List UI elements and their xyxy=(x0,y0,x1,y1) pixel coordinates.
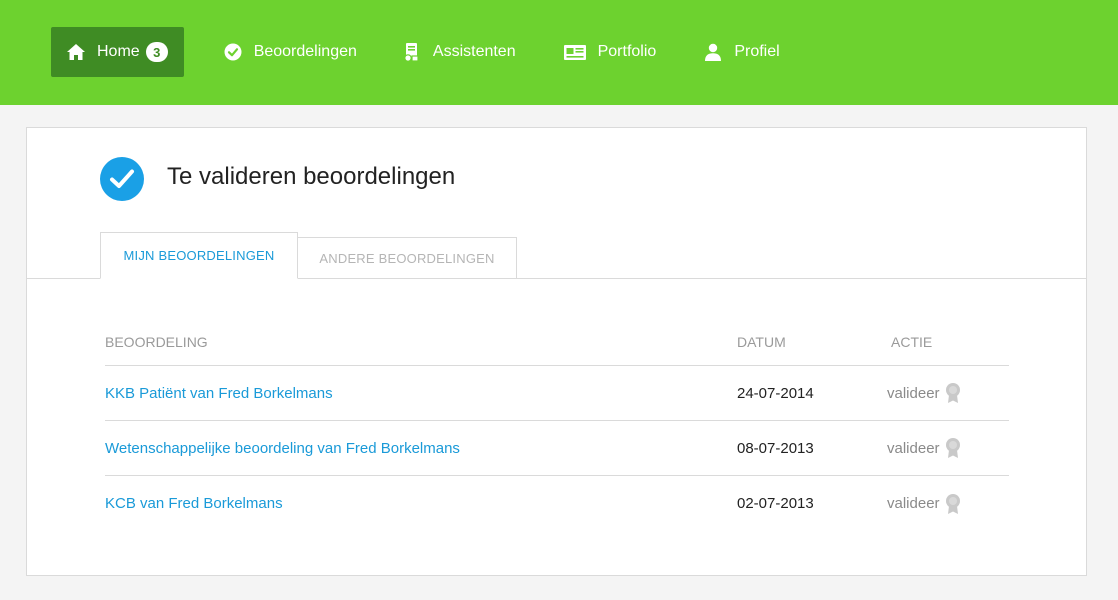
valideer-label: valideer xyxy=(887,495,940,512)
valideer-label: valideer xyxy=(887,439,940,457)
nav-item-label: Profiel xyxy=(734,43,780,60)
valideer-action[interactable]: valideer xyxy=(887,437,1009,459)
table-header: BEOORDELING DATUM ACTIE xyxy=(105,318,1009,366)
notification-badge: 3 xyxy=(145,42,168,62)
tab-mijn-beoordelingen[interactable]: MIJN BEOORDELINGEN xyxy=(100,232,298,279)
nav-item-assistenten[interactable]: Assistenten xyxy=(401,27,516,77)
beoordeling-link[interactable]: KKB Patiënt van Fred Borkelmans xyxy=(105,385,333,402)
top-navigation-bar: Home 3 Beoordelingen Assistenten Portfol… xyxy=(0,0,1118,105)
valideer-action[interactable]: valideer xyxy=(887,493,1009,515)
award-icon xyxy=(944,437,962,459)
beoordelingen-table: BEOORDELING DATUM ACTIE KKB Patiënt van … xyxy=(105,318,1009,531)
nav-item-home[interactable]: Home 3 xyxy=(51,27,184,77)
main-nav: Home 3 Beoordelingen Assistenten Portfol… xyxy=(51,27,780,77)
datum-cell: 08-07-2013 xyxy=(737,439,814,457)
nav-item-profiel[interactable]: Profiel xyxy=(702,27,780,77)
nav-item-label: Assistenten xyxy=(432,43,516,60)
content-card: Te valideren beoordelingen MIJN BEOORDEL… xyxy=(26,127,1087,576)
nav-item-label: Portfolio xyxy=(597,43,657,60)
datum-cell: 24-07-2014 xyxy=(737,384,814,402)
column-header-actie: ACTIE xyxy=(891,333,933,350)
column-header-beoordeling: BEOORDELING xyxy=(105,333,208,350)
check-circle-icon xyxy=(100,157,144,201)
award-icon xyxy=(944,382,962,404)
award-icon xyxy=(944,493,962,515)
nav-item-label: Home xyxy=(97,43,140,60)
tab-andere-beoordelingen[interactable]: ANDERE BEOORDELINGEN xyxy=(298,237,517,279)
nav-item-portfolio[interactable]: Portfolio xyxy=(562,27,657,77)
beoordeling-link[interactable]: Wetenschappelijke beoordeling van Fred B… xyxy=(105,440,460,457)
valideer-label: valideer xyxy=(887,384,940,402)
datum-cell: 02-07-2013 xyxy=(737,495,814,512)
table-row: KKB Patiënt van Fred Borkelmans 24-07-20… xyxy=(105,366,1009,421)
nav-item-label: Beoordelingen xyxy=(253,43,357,60)
column-header-datum: DATUM xyxy=(737,333,786,350)
table-row: KCB van Fred Borkelmans 02-07-2013 valid… xyxy=(105,476,1009,531)
table-row: Wetenschappelijke beoordeling van Fred B… xyxy=(105,421,1009,476)
nav-item-beoordelingen[interactable]: Beoordelingen xyxy=(222,27,357,77)
portfolio-icon xyxy=(562,41,588,63)
page-title: Te valideren beoordelingen xyxy=(167,163,456,190)
beoordeling-link[interactable]: KCB van Fred Borkelmans xyxy=(105,495,283,512)
home-icon xyxy=(65,41,87,63)
assistants-icon xyxy=(401,41,423,63)
valideer-action[interactable]: valideer xyxy=(887,382,1009,404)
user-icon xyxy=(702,41,724,63)
check-circle-icon xyxy=(222,41,244,63)
